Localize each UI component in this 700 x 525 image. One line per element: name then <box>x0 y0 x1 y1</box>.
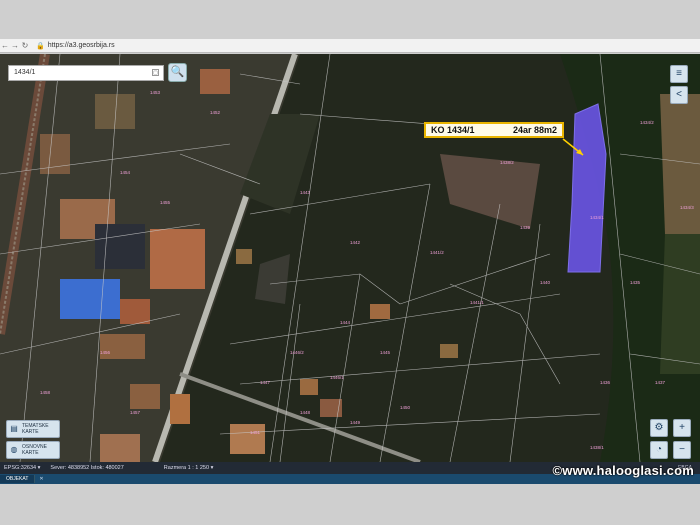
parcel-number: 1452 <box>210 110 221 115</box>
parcel-number: 1455 <box>160 200 171 205</box>
gear-icon: ⚙ <box>654 422 664 433</box>
search-button[interactable]: 🔍 <box>168 63 187 82</box>
reload-icon[interactable]: ↻ <box>20 41 30 50</box>
epsg-selector[interactable]: EPSG:32634 ▾ <box>4 465 40 471</box>
parcel-number: 1435 <box>630 280 641 285</box>
parcel-number: 1448 <box>300 410 311 415</box>
parcel-number: 1438/2 <box>500 160 514 165</box>
globe-icon: ◍ <box>10 445 18 454</box>
parcel-number: 1439 <box>520 225 531 230</box>
back-icon[interactable]: ← <box>0 41 10 50</box>
parcel-number: 1443 <box>300 190 311 195</box>
clear-icon[interactable]: ▢ <box>152 69 159 76</box>
parcel-number: 1450 <box>400 405 411 410</box>
menu-icon: ≡ <box>676 68 682 79</box>
parcel-info-label: KO 1434/1 24ar 88m2 <box>424 122 564 138</box>
minus-icon: − <box>679 444 685 455</box>
parcel-search-input[interactable]: 1434/1 ▢ <box>8 65 164 81</box>
parcel-number: 1445 <box>380 350 391 355</box>
parcel-number: 1454 <box>120 170 131 175</box>
url-text[interactable]: https://a3.geosrbija.rs <box>48 42 115 49</box>
parcel-number: 1453 <box>150 90 161 95</box>
browser-address-bar[interactable]: ← → ↻ 🔒 https://a3.geosrbija.rs <box>0 39 700 53</box>
parcel-number: 1440 <box>540 280 551 285</box>
parcel-number: 1434/3 <box>680 205 694 210</box>
thematic-maps-label: TEMATSKE KARTE <box>22 423 49 435</box>
close-icon[interactable]: ✕ <box>39 476 43 482</box>
watermark-text: ©www.halooglasi.com <box>552 463 694 478</box>
zoom-out-button[interactable]: − <box>673 441 691 459</box>
base-maps-button[interactable]: ◍ OSNOVNE KARTE <box>6 441 60 459</box>
parcel-number: 1437 <box>655 380 666 385</box>
parcel-number: 1446/2 <box>290 350 304 355</box>
parcel-number: 1458 <box>40 390 51 395</box>
parcel-number: 1436 <box>600 380 611 385</box>
parcel-number: 1444 <box>340 320 351 325</box>
forward-icon[interactable]: → <box>10 41 20 50</box>
menu-button[interactable]: ≡ <box>670 65 688 83</box>
share-icon: < <box>676 89 682 100</box>
compass-button[interactable]: ◔ <box>650 441 668 459</box>
parcel-number: 1457 <box>130 410 141 415</box>
parcel-area: 24ar 88m2 <box>512 125 557 135</box>
search-value: 1434/1 <box>14 69 36 76</box>
satellite-map[interactable]: 1434/1 1434/2 1434/3 1435 1436 1437 1438/1 1438… <box>0 54 700 462</box>
parcel-number: 1434/2 <box>640 120 654 125</box>
object-tab[interactable]: OBJEKAT <box>0 475 36 483</box>
parcel-number: 1441/1 <box>470 300 484 305</box>
parcel-number: 1434/1 <box>590 215 604 220</box>
settings-button[interactable]: ⚙ <box>650 419 668 437</box>
thematic-maps-button[interactable]: ▤ TEMATSKE KARTE <box>6 420 60 438</box>
parcel-number: 1442 <box>350 240 361 245</box>
parcel-number: 1441/2 <box>430 250 444 255</box>
zoom-in-button[interactable]: + <box>673 419 691 437</box>
parcel-number: 1451 <box>250 430 261 435</box>
parcel-number: 1446/1 <box>330 375 344 380</box>
share-button[interactable]: < <box>670 86 688 104</box>
parcel-number: 1447 <box>260 380 271 385</box>
window-frame: ← → ↻ 🔒 https://a3.geosrbija.rs 1434/1 1… <box>0 0 700 525</box>
parcel-id: KO 1434/1 <box>431 125 475 135</box>
parcel-number: 1456 <box>100 350 111 355</box>
compass-icon: ◔ <box>655 444 663 455</box>
plus-icon: + <box>679 422 685 433</box>
search-icon: 🔍 <box>170 66 185 78</box>
scale-selector[interactable]: Razmera 1 : 1 250 ▾ <box>164 465 214 471</box>
coordinates-readout: Sever: 4838952 Istok: 480027 <box>50 465 124 471</box>
layers-icon: ▤ <box>10 424 18 433</box>
parcel-number: 1449 <box>350 420 361 425</box>
base-maps-label: OSNOVNE KARTE <box>22 444 48 456</box>
lock-icon: 🔒 <box>36 42 45 50</box>
parcel-number: 1438/1 <box>590 445 604 450</box>
parcel-number-layer: 1434/1 1434/2 1434/3 1435 1436 1437 1438/1 1438… <box>40 90 694 450</box>
